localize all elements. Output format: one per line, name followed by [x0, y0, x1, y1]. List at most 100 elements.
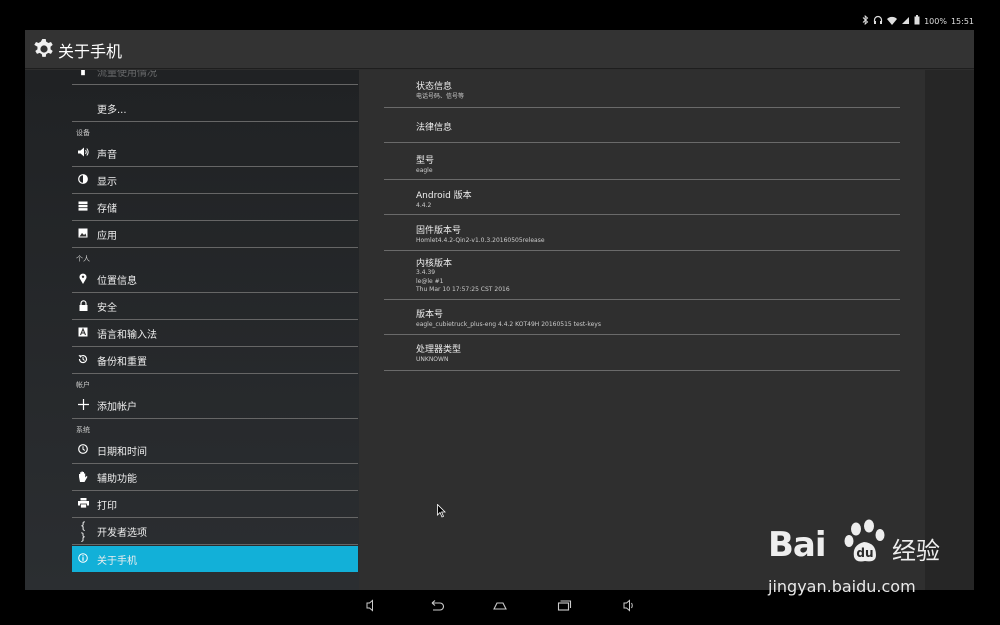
sidebar-item-data-usage[interactable]: ▮ 流量使用情况	[72, 70, 358, 85]
braces-icon: { }	[79, 520, 87, 543]
right-gutter	[925, 70, 974, 590]
sidebar-item-developer-options[interactable]: { } 开发者选项	[72, 519, 358, 545]
baidu-logo-text: Bai	[768, 525, 827, 565]
back-button[interactable]	[423, 594, 451, 618]
sidebar-item-label: 语言和输入法	[97, 330, 157, 341]
sidebar-item-label: 声音	[97, 150, 117, 161]
display-icon	[76, 174, 90, 187]
page-title: 关于手机	[58, 42, 123, 61]
storage-icon	[76, 201, 90, 214]
item-title: Android 版本	[416, 191, 472, 201]
item-subtitle: eagle	[416, 167, 433, 174]
item-subtitle: eagle_cubietruck_plus-eng 4.4.2 KOT49H 2…	[416, 321, 601, 328]
info-icon	[76, 552, 90, 566]
data-usage-icon: ▮	[80, 70, 86, 77]
sidebar-item-label: 位置信息	[97, 276, 137, 287]
sidebar-item-label: 安全	[97, 303, 117, 314]
sidebar-item-label: 日期和时间	[97, 447, 147, 458]
kernel-version-item: 内核版本 3.4.39 le@le #1 Thu Mar 10 17:57:25…	[384, 251, 900, 300]
jingyan-logo-text: 经验	[892, 537, 940, 565]
item-title: 版本号	[416, 310, 444, 320]
processor-type-item: 处理器类型 UNKNOWN	[384, 335, 900, 371]
recent-apps-button[interactable]	[550, 594, 578, 618]
item-subtitle: UNKNOWN	[416, 356, 449, 363]
clock-icon	[76, 444, 90, 457]
item-title: 内核版本	[416, 259, 453, 269]
sidebar-item-label: 备份和重置	[97, 357, 147, 368]
legal-info-item[interactable]: 法律信息	[384, 108, 900, 143]
firmware-version-item: 固件版本号 Homlet4.4.2-Qin2-v1.0.3.20160505re…	[384, 215, 900, 251]
settings-window: 关于手机 ▮ 流量使用情况 更多... 设备 声音 显示 存储 应用 个人 位置…	[25, 30, 974, 590]
gear-icon[interactable]	[32, 37, 56, 61]
section-header-accounts: 帐户	[76, 381, 90, 389]
paw-icon: du	[844, 519, 885, 562]
volume-down-button[interactable]	[357, 594, 385, 618]
battery-icon	[914, 15, 920, 27]
sidebar-item-label: 添加帐户	[97, 402, 137, 413]
svg-text:du: du	[856, 546, 873, 560]
section-header-system: 系统	[76, 426, 90, 434]
printer-icon	[76, 498, 90, 511]
sidebar-item-label: 更多...	[97, 105, 127, 116]
sidebar-item-label: 开发者选项	[97, 528, 147, 539]
action-bar: 关于手机	[25, 30, 974, 69]
sidebar-item-location[interactable]: 位置信息	[72, 267, 358, 293]
plus-icon	[76, 398, 90, 413]
kernel-build-date-line: Thu Mar 10 17:57:25 CST 2016	[416, 286, 510, 293]
sidebar-item-label: 关于手机	[97, 555, 137, 567]
status-icons: 100% 15:51	[862, 14, 974, 27]
build-number-item[interactable]: 版本号 eagle_cubietruck_plus-eng 4.4.2 KOT4…	[384, 300, 900, 335]
item-subtitle: 4.4.2	[416, 202, 432, 209]
sidebar-item-label: 应用	[97, 231, 117, 242]
location-icon	[76, 273, 90, 287]
sidebar-item-label: 显示	[97, 177, 117, 188]
sidebar-item-language[interactable]: 语言和输入法	[72, 321, 358, 347]
sidebar-item-print[interactable]: 打印	[72, 492, 358, 518]
sidebar-item-storage[interactable]: 存储	[72, 195, 358, 221]
ethernet-icon	[901, 16, 910, 27]
item-title: 状态信息	[416, 82, 453, 92]
battery-percent: 100%	[924, 16, 947, 26]
status-bar: 100% 15:51	[0, 0, 1000, 30]
section-header-device: 设备	[76, 129, 90, 137]
item-title: 型号	[416, 156, 435, 166]
sidebar-item-about-phone[interactable]: 关于手机	[72, 546, 358, 572]
model-item: 型号 eagle	[384, 143, 900, 180]
status-info-item[interactable]: 状态信息 电话号码、信号等	[384, 70, 900, 108]
volume-icon	[76, 147, 90, 160]
volume-up-button[interactable]	[615, 594, 643, 618]
sidebar-item-label: 辅助功能	[97, 474, 137, 485]
sidebar-item-label: 打印	[97, 501, 117, 512]
language-icon	[76, 327, 90, 340]
baidu-jingyan-watermark: Bai du 经验 jingyan.baidu.com	[760, 515, 960, 605]
sidebar-item-more[interactable]: 更多...	[72, 96, 358, 122]
sidebar-item-accessibility[interactable]: 辅助功能	[72, 465, 358, 491]
sidebar-item-display[interactable]: 显示	[72, 168, 358, 194]
home-button[interactable]	[486, 594, 514, 618]
settings-sidebar: ▮ 流量使用情况 更多... 设备 声音 显示 存储 应用 个人 位置信息 安全…	[25, 70, 359, 590]
sidebar-item-add-account[interactable]: 添加帐户	[72, 393, 358, 419]
hand-icon	[76, 471, 90, 485]
backup-icon	[76, 354, 90, 367]
item-subtitle: 电话号码、信号等	[416, 93, 465, 100]
android-version-item[interactable]: Android 版本 4.4.2	[384, 180, 900, 215]
bluetooth-icon	[862, 14, 869, 27]
kernel-build-user-line: le@le #1	[416, 277, 444, 285]
section-header-personal: 个人	[76, 255, 90, 263]
lock-icon	[76, 299, 90, 314]
kernel-version-line: 3.4.39	[416, 269, 436, 276]
watermark-url: jingyan.baidu.com	[768, 577, 916, 596]
mouse-cursor-icon	[437, 504, 446, 518]
sidebar-item-apps[interactable]: 应用	[72, 222, 358, 248]
sidebar-item-security[interactable]: 安全	[72, 294, 358, 320]
item-title: 固件版本号	[416, 226, 462, 236]
item-title: 处理器类型	[416, 345, 462, 355]
sidebar-item-label: 存储	[97, 204, 117, 215]
item-subtitle: Homlet4.4.2-Qin2-v1.0.3.20160505release	[416, 237, 545, 244]
wifi-icon	[887, 16, 898, 27]
sidebar-item-backup-reset[interactable]: 备份和重置	[72, 348, 358, 374]
item-title: 法律信息	[416, 123, 453, 133]
sidebar-item-sound[interactable]: 声音	[72, 141, 358, 167]
apps-icon	[76, 228, 90, 241]
sidebar-item-date-time[interactable]: 日期和时间	[72, 438, 358, 464]
